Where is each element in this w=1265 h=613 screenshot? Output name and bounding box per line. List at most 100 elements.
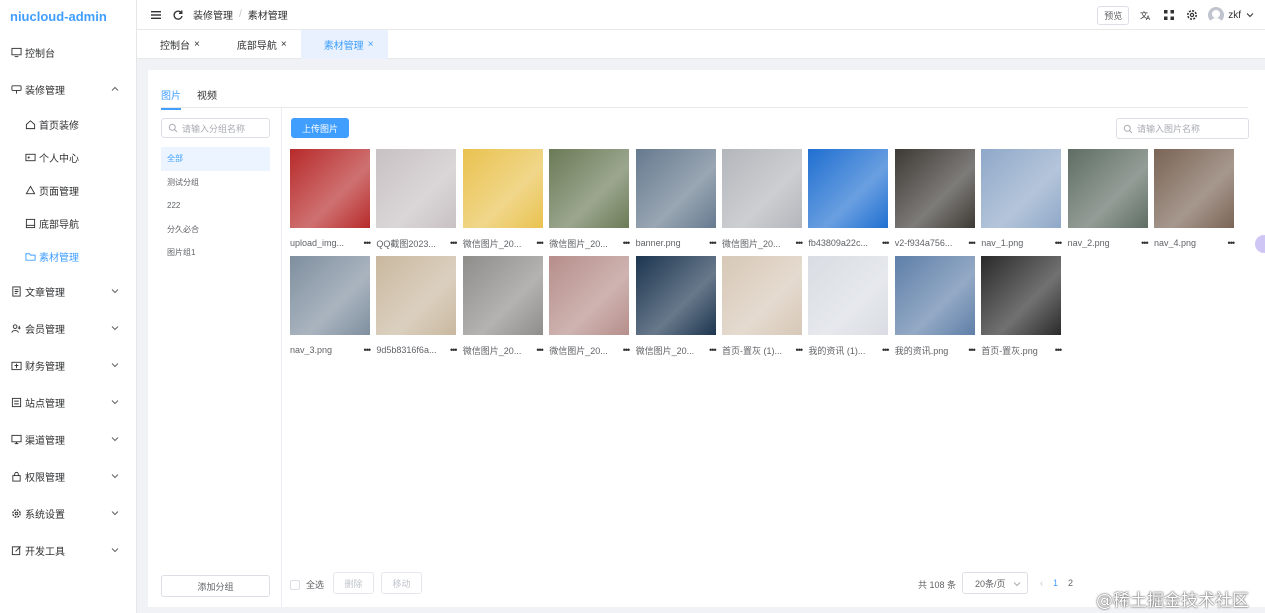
page-number[interactable]: 2 (1068, 578, 1073, 588)
sidebar-item[interactable]: 个人中心 (0, 141, 136, 174)
image-thumbnail[interactable] (722, 149, 802, 228)
move-button[interactable]: 移动 (381, 572, 422, 594)
more-options-icon[interactable]: ••• (623, 238, 631, 248)
more-options-icon[interactable]: ••• (536, 238, 544, 248)
upload-image-button[interactable]: 上传图片 (291, 118, 349, 138)
image-card[interactable]: 9d5b8316f6a... ••• (376, 256, 458, 359)
menu-toggle-icon[interactable] (149, 8, 163, 22)
image-thumbnail[interactable] (549, 149, 630, 228)
image-card[interactable]: nav_2.png ••• (1067, 149, 1149, 252)
chevron-down-icon[interactable] (1243, 8, 1257, 22)
more-options-icon[interactable]: ••• (623, 345, 631, 355)
image-card[interactable]: banner.png ••• (635, 149, 717, 252)
image-thumbnail[interactable] (722, 256, 802, 335)
image-thumbnail[interactable] (290, 149, 370, 228)
sidebar-item[interactable]: 素材管理 (0, 240, 136, 273)
image-thumbnail[interactable] (376, 149, 457, 228)
page-tab[interactable]: 素材管理 × (300, 30, 388, 59)
more-options-icon[interactable]: ••• (709, 345, 717, 355)
more-options-icon[interactable]: ••• (882, 238, 890, 248)
image-thumbnail[interactable] (808, 256, 889, 335)
more-options-icon[interactable]: ••• (450, 238, 458, 248)
sidebar-item[interactable]: 权限管理 (0, 458, 136, 495)
image-card[interactable]: 我的资讯.png ••• (894, 256, 976, 359)
more-options-icon[interactable]: ••• (796, 345, 804, 355)
page-tab[interactable]: 底部导航 × (214, 30, 301, 59)
more-options-icon[interactable]: ••• (364, 238, 372, 248)
prev-page-button[interactable]: ‹ (1040, 578, 1043, 588)
sidebar-item[interactable]: 开发工具 (0, 532, 136, 569)
image-card[interactable]: 微信图片_20... ••• (722, 149, 804, 252)
image-card[interactable]: QQ截图2023... ••• (376, 149, 458, 252)
select-all-checkbox[interactable]: 全选 (290, 578, 324, 591)
user-avatar[interactable] (1208, 7, 1225, 23)
sidebar-item[interactable]: 财务管理 (0, 347, 136, 384)
close-icon[interactable]: × (281, 39, 287, 50)
page-tab[interactable]: 控制台 × (137, 30, 214, 59)
checkbox-box[interactable] (290, 579, 300, 590)
image-thumbnail[interactable] (894, 256, 975, 335)
sidebar-item[interactable]: 页面管理 (0, 174, 136, 207)
image-thumbnail[interactable] (462, 256, 543, 335)
image-thumbnail[interactable] (376, 256, 457, 335)
more-options-icon[interactable]: ••• (1228, 238, 1236, 248)
image-card[interactable]: 微信图片_20... ••• (635, 256, 717, 359)
sidebar-item[interactable]: 文章管理 (0, 273, 136, 310)
close-icon[interactable]: × (368, 39, 374, 50)
image-thumbnail[interactable] (549, 256, 630, 335)
add-group-button[interactable]: 添加分组 (161, 575, 270, 597)
image-thumbnail[interactable] (290, 256, 370, 335)
image-card[interactable]: nav_1.png ••• (981, 149, 1063, 252)
group-search-input[interactable]: 请输入分组名称 (161, 118, 270, 138)
more-options-icon[interactable]: ••• (882, 345, 890, 355)
image-thumbnail[interactable] (1067, 149, 1148, 228)
group-item[interactable]: 分久必合 (161, 218, 270, 242)
language-icon[interactable]: 文A (1139, 8, 1153, 22)
image-search-input[interactable]: 请输入图片名称 (1116, 118, 1249, 139)
more-options-icon[interactable]: ••• (1055, 345, 1063, 355)
close-icon[interactable]: × (194, 39, 200, 50)
page-size-select[interactable]: 20条/页 (962, 572, 1028, 594)
more-options-icon[interactable]: ••• (1141, 238, 1149, 248)
image-card[interactable]: 微信图片_20... ••• (549, 256, 631, 359)
image-card[interactable]: 首页-置灰.png ••• (981, 256, 1063, 359)
sidebar-item[interactable]: 装修管理 (0, 71, 136, 108)
more-options-icon[interactable]: ••• (450, 345, 458, 355)
more-options-icon[interactable]: ••• (1055, 238, 1063, 248)
group-item[interactable]: 图片组1 (161, 241, 270, 265)
refresh-icon[interactable] (171, 8, 185, 22)
image-card[interactable]: 我的资讯 (1)... ••• (808, 256, 890, 359)
settings-gear-icon[interactable] (1185, 8, 1199, 22)
image-card[interactable]: 微信图片_20... ••• (462, 149, 544, 252)
image-thumbnail[interactable] (981, 149, 1062, 228)
image-card[interactable]: upload_img... ••• (290, 149, 372, 252)
breadcrumb-item[interactable]: 装修管理 (193, 7, 233, 22)
image-card[interactable]: fb43809a22c... ••• (808, 149, 890, 252)
image-thumbnail[interactable] (462, 149, 543, 228)
page-number[interactable]: 1 (1053, 578, 1058, 588)
username[interactable]: zkf (1228, 10, 1241, 21)
image-thumbnail[interactable] (635, 256, 716, 335)
more-options-icon[interactable]: ••• (968, 345, 976, 355)
more-options-icon[interactable]: ••• (796, 238, 804, 248)
sidebar-item[interactable]: 控制台 (0, 34, 136, 71)
image-thumbnail[interactable] (894, 149, 975, 228)
sidebar-item[interactable]: 底部导航 (0, 207, 136, 240)
more-options-icon[interactable]: ••• (536, 345, 544, 355)
image-card[interactable]: 微信图片_20... ••• (549, 149, 631, 252)
image-thumbnail[interactable] (1154, 149, 1234, 228)
image-thumbnail[interactable] (981, 256, 1062, 335)
more-options-icon[interactable]: ••• (709, 238, 717, 248)
group-item[interactable]: 全部 (161, 147, 270, 171)
image-card[interactable]: nav_3.png ••• (290, 256, 371, 359)
fullscreen-icon[interactable] (1162, 8, 1176, 22)
image-thumbnail[interactable] (635, 149, 716, 228)
sidebar-item[interactable]: 系统设置 (0, 495, 136, 532)
image-card[interactable]: v2-f934a756... ••• (894, 149, 976, 252)
sidebar-item[interactable]: 会员管理 (0, 310, 136, 347)
delete-button[interactable]: 删除 (333, 572, 374, 594)
sidebar-item[interactable]: 站点管理 (0, 384, 136, 421)
image-card[interactable]: nav_4.png ••• (1154, 149, 1236, 252)
image-card[interactable]: 微信图片_20... ••• (462, 256, 544, 359)
group-item[interactable]: 222 (161, 194, 270, 218)
